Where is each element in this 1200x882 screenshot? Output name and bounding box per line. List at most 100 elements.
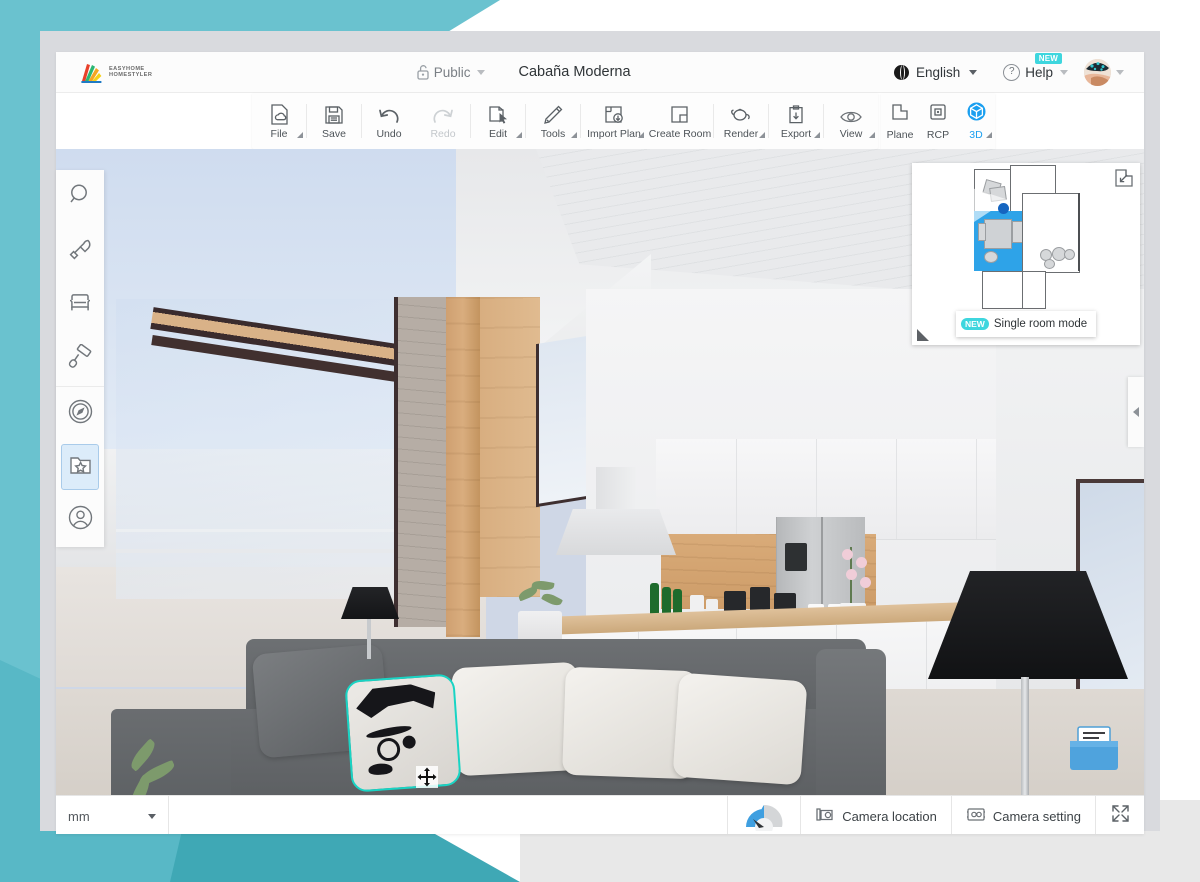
toolbar-label: Redo — [430, 128, 455, 140]
unit-select[interactable]: mm — [56, 796, 169, 834]
toolbar-label: Undo — [376, 128, 401, 140]
sidebar-item-search[interactable] — [56, 170, 104, 224]
scene-floor-lamp-pole — [1021, 677, 1029, 795]
eye-icon — [839, 102, 863, 126]
application-window: EASYHOME HOMESTYLER Public Cabaña Modern… — [56, 52, 1144, 834]
toolbar-button-tools[interactable]: Tools — [526, 93, 580, 149]
visibility-label: Public — [434, 65, 471, 80]
inbox-tray-button[interactable] — [1066, 725, 1122, 773]
menu-corner-icon — [814, 132, 820, 138]
menu-corner-icon — [869, 132, 875, 138]
app-header: EASYHOME HOMESTYLER Public Cabaña Modern… — [56, 52, 1144, 93]
teapot-icon — [729, 102, 753, 126]
view-mode-label: Plane — [887, 129, 914, 141]
camera-location-icon — [815, 806, 835, 826]
chevron-down-icon — [969, 70, 977, 75]
compass-icon — [67, 398, 94, 430]
tooltip-new-badge: NEW — [961, 318, 989, 330]
user-circle-icon — [67, 504, 94, 536]
compass-widget[interactable] — [728, 796, 800, 834]
fullscreen-button[interactable] — [1095, 796, 1144, 834]
scene-cushion-white-3 — [673, 673, 808, 786]
view-mode-plane[interactable]: Plane — [881, 93, 919, 149]
right-panel-collapse-handle[interactable] — [1128, 377, 1144, 447]
cube-3d-icon — [966, 101, 987, 127]
expand-minimap-icon[interactable] — [1113, 167, 1135, 189]
chevron-left-icon — [1133, 407, 1139, 417]
account-menu[interactable] — [1084, 59, 1124, 86]
selected-pillow-object[interactable] — [344, 673, 462, 792]
sidebar-item-navigate[interactable] — [56, 387, 104, 441]
visibility-selector[interactable]: Public — [416, 64, 485, 80]
sidebar-item-materials[interactable] — [56, 332, 104, 387]
single-room-mode-tooltip[interactable]: NEW Single room mode — [956, 311, 1096, 337]
unlock-icon — [416, 64, 430, 80]
sidebar-item-furniture[interactable] — [56, 278, 104, 332]
undo-arrow-icon — [377, 102, 401, 126]
toolbar-button-view[interactable]: View — [824, 93, 878, 149]
minimap-panel[interactable]: NEW Single room mode — [912, 163, 1140, 345]
paint-roller-icon — [67, 344, 93, 375]
toolbar-button-file[interactable]: File — [252, 93, 306, 149]
toolbar-label: Export — [781, 128, 811, 140]
compass-dial-icon — [733, 797, 795, 835]
logo-wordmark: EASYHOME HOMESTYLER — [109, 66, 152, 78]
chevron-down-icon — [477, 70, 485, 75]
sidebar-item-build[interactable] — [56, 224, 104, 278]
command-input-field[interactable] — [169, 796, 747, 834]
toolbar-button-save[interactable]: Save — [307, 93, 361, 149]
scene-wood-column-1 — [446, 297, 480, 637]
command-input[interactable] — [169, 796, 728, 834]
left-tool-sidebar — [56, 170, 104, 547]
pencil-ruler-icon — [542, 102, 564, 126]
toolbar-button-edit[interactable]: Edit — [471, 93, 525, 149]
scene-table-lamp-pole — [367, 619, 371, 659]
chevron-down-icon — [1116, 70, 1124, 75]
scene-floor-plant — [116, 749, 206, 795]
toolbar-button-export[interactable]: Export — [769, 93, 823, 149]
camera-location-button[interactable]: Camera location — [800, 796, 951, 834]
pillow-graphic-mouth — [368, 763, 393, 776]
pillow-graphic-eye-right — [402, 735, 416, 749]
app-logo[interactable]: EASYHOME HOMESTYLER — [80, 62, 152, 83]
pillow-graphic-eye-left — [376, 737, 401, 762]
fullscreen-expand-icon — [1111, 804, 1130, 828]
resize-corner-icon[interactable] — [916, 328, 930, 342]
chevron-down-icon — [148, 814, 156, 819]
toolbar-button-create-room[interactable]: Create Room — [647, 93, 713, 149]
toolbar-button-redo[interactable]: Redo — [416, 93, 470, 149]
scene-small-plant — [514, 579, 570, 619]
view-mode-rcp[interactable]: RCP — [919, 93, 957, 149]
pillow-graphic-hair — [355, 683, 438, 732]
scene-railing — [116, 549, 416, 553]
tooltip-text: Single room mode — [994, 318, 1087, 330]
camera-setting-button[interactable]: Camera setting — [951, 796, 1095, 834]
unit-value: mm — [68, 809, 90, 824]
scene-range-hood-neck — [596, 467, 636, 511]
help-menu[interactable]: ? Help NEW — [1003, 64, 1068, 81]
camera-setting-label: Camera setting — [993, 809, 1081, 824]
menu-corner-icon — [986, 132, 992, 138]
language-label: English — [916, 65, 960, 80]
toolbar-row: File Save — [56, 93, 1144, 149]
toolbar-button-import-plan[interactable]: Import Plan — [581, 93, 647, 149]
copy-cursor-icon — [487, 102, 509, 126]
main-toolbar: File Save — [252, 93, 878, 149]
design-viewport-3d[interactable]: NEW Single room mode — [56, 149, 1144, 795]
toolbar-label: File — [271, 128, 288, 140]
scene-grey-wall-column — [394, 297, 449, 627]
menu-corner-icon — [638, 132, 644, 138]
move-cursor-icon — [416, 766, 438, 788]
view-mode-group: Plane RCP — [881, 93, 995, 149]
import-plan-icon — [603, 102, 626, 126]
view-mode-3d[interactable]: 3D — [957, 93, 995, 149]
toolbar-button-render[interactable]: Render — [714, 93, 768, 149]
inbox-tray-icon — [1066, 760, 1122, 777]
sidebar-item-account[interactable] — [56, 493, 104, 547]
avatar — [1084, 59, 1111, 86]
sidebar-item-favorites[interactable] — [61, 444, 99, 490]
toolbar-button-undo[interactable]: Undo — [362, 93, 416, 149]
scene-wood-column-2 — [480, 297, 540, 597]
toolbar-label: Import Plan — [587, 128, 641, 140]
language-selector[interactable]: English — [894, 65, 977, 80]
